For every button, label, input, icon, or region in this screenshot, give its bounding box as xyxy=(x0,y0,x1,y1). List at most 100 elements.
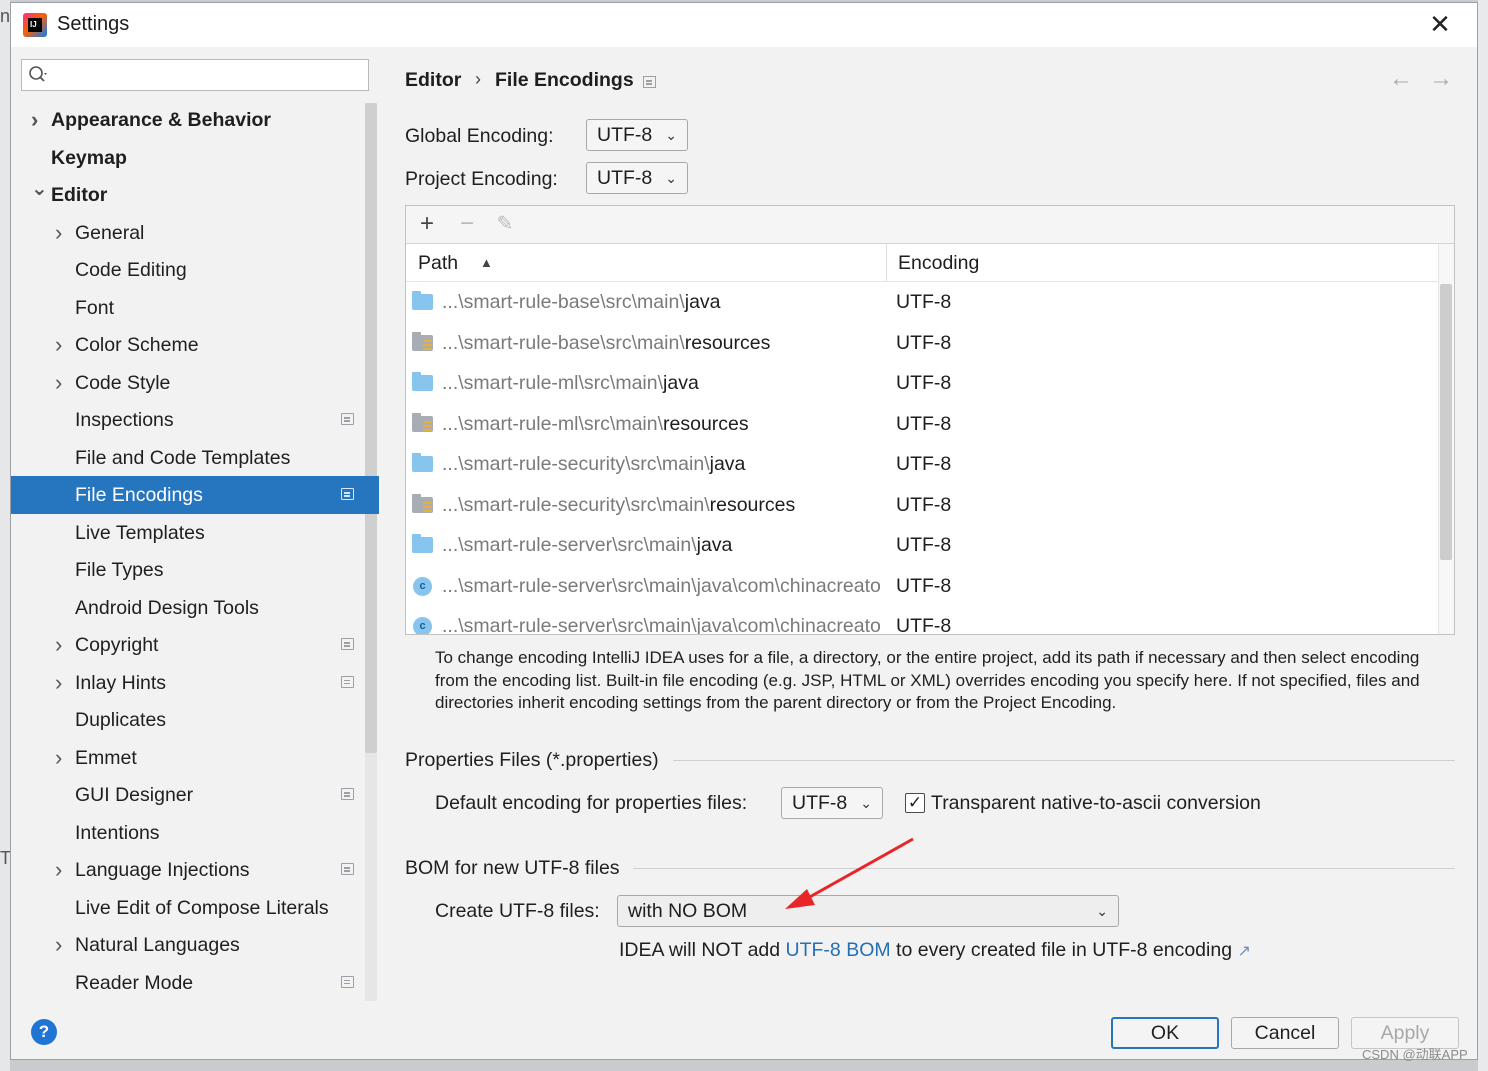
tree-item[interactable]: Android Design Tools xyxy=(11,589,379,627)
table-row[interactable]: ...\smart-rule-security\src\main\java UTF… xyxy=(406,444,1438,484)
chevron-down-icon[interactable]: ⌄ xyxy=(31,170,48,208)
table-body: ...\smart-rule-base\src\main\java UTF-8..… xyxy=(406,282,1438,634)
row-encoding[interactable]: UTF-8 xyxy=(896,566,951,606)
tree-item-label: Code Style xyxy=(75,371,171,394)
chevron-right-icon[interactable]: › xyxy=(55,739,69,777)
background-right xyxy=(1478,0,1488,1071)
cancel-button[interactable]: Cancel xyxy=(1231,1017,1339,1049)
table-row[interactable]: ...\smart-rule-server\src\main\java UTF-8 xyxy=(406,525,1438,565)
global-encoding-dropdown[interactable]: UTF-8 ⌄ xyxy=(586,119,688,151)
chevron-right-icon[interactable]: › xyxy=(55,326,69,364)
project-encoding-dropdown[interactable]: UTF-8 ⌄ xyxy=(586,162,688,194)
utf8-bom-link[interactable]: UTF-8 BOM xyxy=(786,939,891,961)
row-path-leaf: resources xyxy=(663,412,749,435)
tree-item[interactable]: Keymap xyxy=(11,139,379,177)
table-row[interactable]: c ...\smart-rule-server\src\main\java\com… xyxy=(406,606,1438,634)
back-arrow-icon[interactable]: ← xyxy=(1389,65,1413,93)
chevron-right-icon[interactable]: › xyxy=(55,664,69,702)
column-header-path[interactable]: Path ▲ xyxy=(418,244,493,282)
tree-item[interactable]: GUI Designer xyxy=(11,776,379,814)
tree-item[interactable]: File Types xyxy=(11,551,379,589)
chevron-down-icon: ⌄ xyxy=(665,170,677,186)
table-header: Path ▲ Encoding xyxy=(406,244,1438,282)
tree-item-label: Live Edit of Compose Literals xyxy=(75,896,329,919)
forward-arrow-icon[interactable]: → xyxy=(1429,65,1453,93)
table-row[interactable]: ...\smart-rule-base\src\main\java UTF-8 xyxy=(406,282,1438,322)
tree-item[interactable]: Live Edit of Compose Literals xyxy=(11,889,379,927)
transparent-conversion-label[interactable]: Transparent native-to-ascii conversion xyxy=(931,792,1261,815)
tree-item[interactable]: Duplicates xyxy=(11,701,379,739)
chevron-right-icon[interactable]: › xyxy=(55,214,69,252)
row-path: ...\smart-rule-ml\src\main\java xyxy=(442,363,884,403)
tree-item[interactable]: › Color Scheme xyxy=(11,326,379,364)
tree-item-label: Live Templates xyxy=(75,521,205,544)
remove-icon[interactable]: − xyxy=(452,209,482,239)
row-encoding[interactable]: UTF-8 xyxy=(896,606,951,634)
tree-item-label: Code Editing xyxy=(75,259,187,281)
row-encoding[interactable]: UTF-8 xyxy=(896,282,951,322)
tree-item[interactable]: ⌄ Editor xyxy=(11,176,379,214)
row-encoding[interactable]: UTF-8 xyxy=(896,363,951,403)
edit-icon[interactable]: ✎ xyxy=(490,209,520,239)
tree-item[interactable]: Inspections xyxy=(11,401,379,439)
chevron-right-icon[interactable]: › xyxy=(55,626,69,664)
row-encoding[interactable]: UTF-8 xyxy=(896,444,951,484)
project-scope-icon xyxy=(643,76,656,88)
table-row[interactable]: ...\smart-rule-ml\src\main\java UTF-8 xyxy=(406,363,1438,403)
tree-item[interactable]: Code Editing xyxy=(11,251,379,289)
properties-encoding-dropdown[interactable]: UTF-8 ⌄ xyxy=(781,787,883,819)
tree-item[interactable]: › Natural Languages xyxy=(11,926,379,964)
bom-info-suffix: to every created file in UTF-8 encoding xyxy=(890,939,1233,961)
path-encoding-table: + − ✎ Path ▲ Encoding ...\smart-rule-bas… xyxy=(405,205,1455,635)
table-row[interactable]: ...\smart-rule-base\src\main\resources UT… xyxy=(406,323,1438,363)
row-path-leaf: java xyxy=(696,534,733,556)
row-encoding[interactable]: UTF-8 xyxy=(896,404,951,444)
tree-item[interactable]: › Language Injections xyxy=(11,851,379,889)
chevron-right-icon[interactable]: › xyxy=(55,926,69,964)
breadcrumb-editor[interactable]: Editor xyxy=(405,69,461,92)
row-encoding[interactable]: UTF-8 xyxy=(896,485,951,525)
tree-item[interactable]: › Emmet xyxy=(11,739,379,777)
transparent-conversion-checkbox[interactable]: ✓ xyxy=(905,793,925,813)
row-encoding[interactable]: UTF-8 xyxy=(896,323,951,363)
help-icon[interactable]: ? xyxy=(31,1019,57,1045)
chevron-right-icon[interactable]: › xyxy=(55,851,69,889)
column-divider[interactable] xyxy=(886,244,887,282)
tree-item[interactable]: File and Code Templates xyxy=(11,439,379,477)
column-header-encoding[interactable]: Encoding xyxy=(898,244,979,282)
table-row[interactable]: ...\smart-rule-security\src\main\resourc… xyxy=(406,485,1438,525)
chevron-right-icon[interactable]: › xyxy=(31,101,45,139)
tree-item[interactable]: › Inlay Hints xyxy=(11,664,379,702)
table-row[interactable]: c ...\smart-rule-server\src\main\java\com… xyxy=(406,566,1438,606)
row-path: ...\smart-rule-security\src\main\resourc… xyxy=(442,485,884,525)
tree-item[interactable]: › Appearance & Behavior xyxy=(11,101,379,139)
add-icon[interactable]: + xyxy=(412,209,442,239)
tree-item-label: File Types xyxy=(75,559,164,581)
tree-item[interactable]: File Encodings xyxy=(11,476,379,514)
source-folder-icon xyxy=(412,453,433,472)
column-header-path-label: Path xyxy=(418,252,459,274)
tree-item[interactable]: Reader Mode xyxy=(11,964,379,1002)
table-scrollbar-thumb[interactable] xyxy=(1440,284,1452,560)
ok-button[interactable]: OK xyxy=(1111,1017,1219,1049)
settings-sidebar: › Appearance & Behavior Keymap ⌄ Editor › Gene… xyxy=(11,47,379,1001)
close-button[interactable]: ✕ xyxy=(1425,9,1455,39)
row-path-prefix: ...\smart-rule-security\src\main\ xyxy=(442,453,710,475)
bom-dropdown[interactable]: with NO BOM ⌄ xyxy=(617,895,1119,927)
row-path-leaf: java xyxy=(684,291,721,313)
table-row[interactable]: ...\smart-rule-ml\src\main\resources UTF-… xyxy=(406,404,1438,444)
tree-item[interactable]: Intentions xyxy=(11,814,379,852)
tree-item[interactable]: Live Templates xyxy=(11,514,379,552)
source-folder-icon xyxy=(412,291,433,310)
chevron-right-icon[interactable]: › xyxy=(55,364,69,402)
tree-item[interactable]: › Copyright xyxy=(11,626,379,664)
create-utf8-label: Create UTF-8 files: xyxy=(435,900,600,922)
search-input[interactable] xyxy=(58,62,358,88)
tree-item[interactable]: › General xyxy=(11,214,379,252)
search-box[interactable] xyxy=(21,59,369,91)
tree-item[interactable]: Font xyxy=(11,289,379,327)
row-path: ...\smart-rule-server\src\main\java\com\… xyxy=(442,606,884,634)
tree-item[interactable]: › Code Style xyxy=(11,364,379,402)
external-link-icon[interactable]: ↗ xyxy=(1237,943,1250,960)
row-encoding[interactable]: UTF-8 xyxy=(896,525,951,565)
